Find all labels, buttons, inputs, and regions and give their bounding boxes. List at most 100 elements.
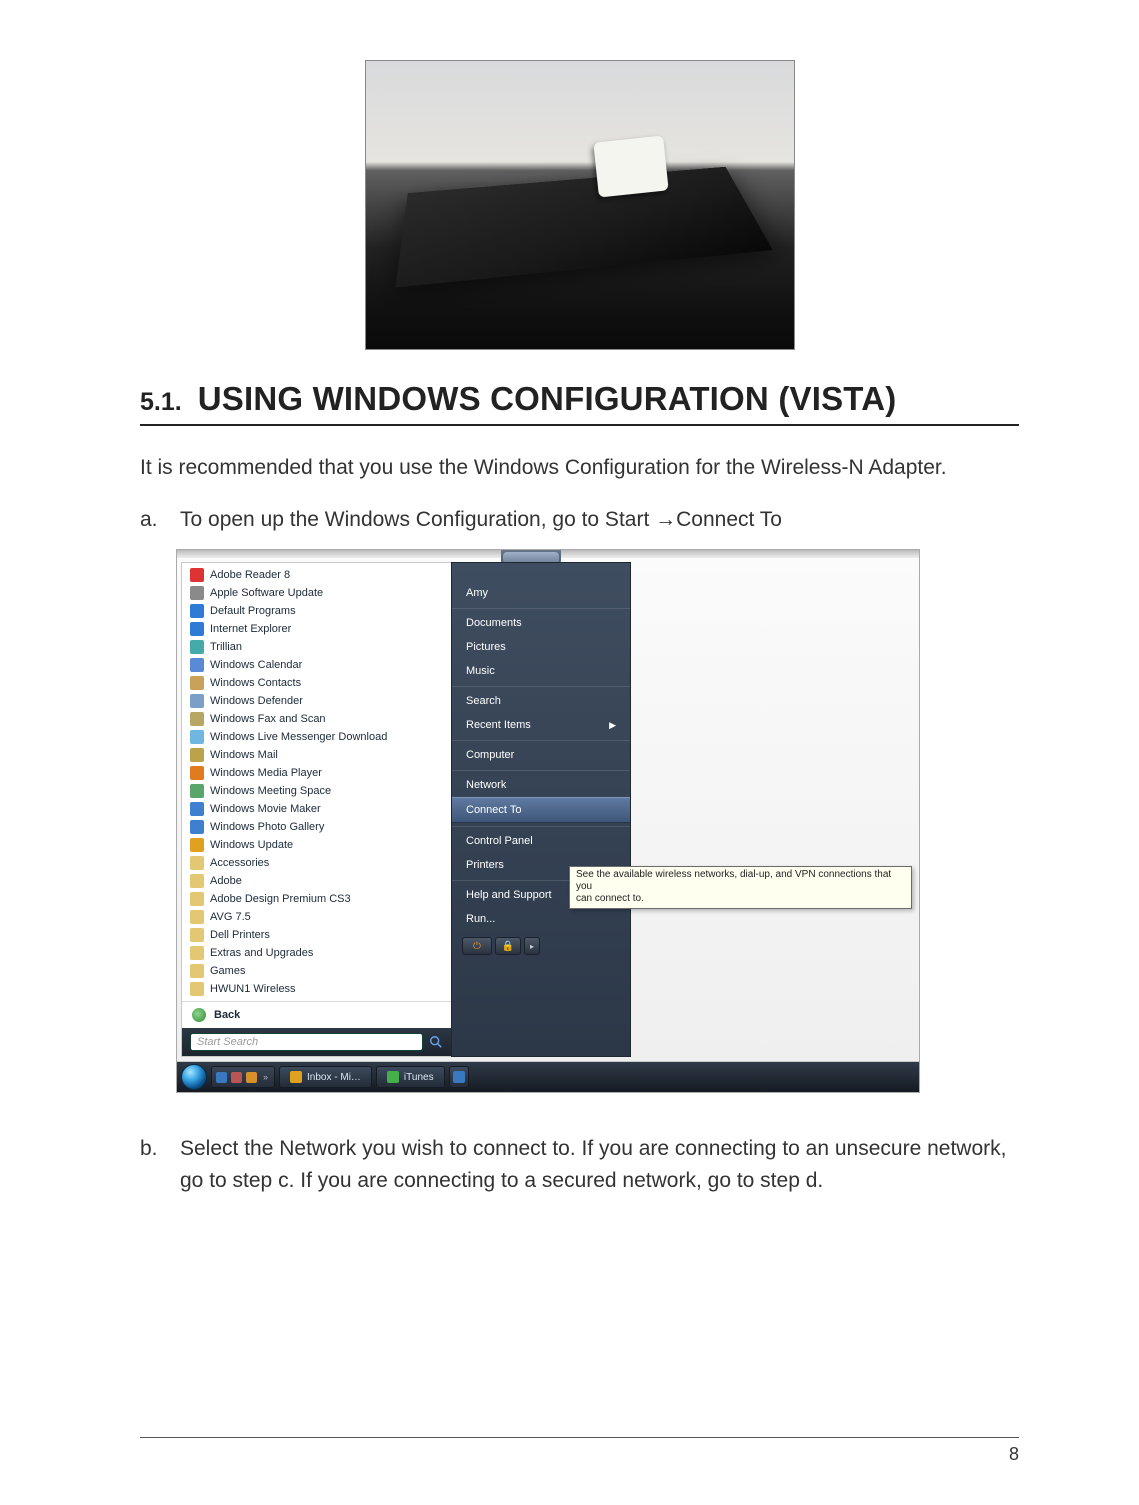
program-label: Windows Mail [210, 749, 278, 761]
program-item[interactable]: Accessories [182, 854, 451, 872]
right-item-label: Search [466, 695, 501, 707]
right-item-search[interactable]: Search [452, 686, 630, 713]
taskbar-item-inbox[interactable]: Inbox - Mi… [279, 1066, 372, 1088]
program-icon [190, 946, 204, 960]
program-item[interactable]: HWUN1 Wireless [182, 980, 451, 998]
program-item[interactable]: Windows Media Player [182, 764, 451, 782]
program-item[interactable]: Windows Meeting Space [182, 782, 451, 800]
power-menu-button[interactable]: ▸ [524, 937, 540, 955]
lock-button[interactable]: 🔒 [495, 937, 521, 955]
back-button[interactable]: Back [182, 1001, 451, 1028]
program-item[interactable]: Windows Photo Gallery [182, 818, 451, 836]
start-search-row: Start Search [182, 1028, 451, 1056]
program-item[interactable]: Windows Update [182, 836, 451, 854]
taskbar-item-itunes[interactable]: iTunes [376, 1066, 445, 1088]
program-item[interactable]: Apple Software Update [182, 584, 451, 602]
program-item[interactable]: Windows Defender [182, 692, 451, 710]
program-item[interactable]: Adobe Design Premium CS3 [182, 890, 451, 908]
program-item[interactable]: Dell Printers [182, 926, 451, 944]
program-label: Internet Explorer [210, 623, 291, 635]
program-icon [190, 964, 204, 978]
submenu-arrow-icon: ▶ [609, 720, 616, 731]
program-icon [190, 676, 204, 690]
right-item-run[interactable]: Run... [452, 907, 630, 931]
program-item[interactable]: Trillian [182, 638, 451, 656]
tooltip-line1: See the available wireless networks, dia… [576, 869, 905, 893]
search-icon [429, 1035, 443, 1049]
right-item-recent-items[interactable]: Recent Items ▶ [452, 713, 630, 737]
start-orb[interactable] [181, 1064, 207, 1090]
program-item[interactable]: Internet Explorer [182, 620, 451, 638]
program-icon [190, 910, 204, 924]
program-icon [190, 640, 204, 654]
quick-launch-icon[interactable] [231, 1072, 242, 1083]
right-item-documents[interactable]: Documents [452, 608, 630, 635]
program-icon [190, 892, 204, 906]
program-label: Trillian [210, 641, 242, 653]
program-item[interactable]: Extras and Upgrades [182, 944, 451, 962]
step-a-marker: a. [140, 504, 162, 536]
program-icon [190, 622, 204, 636]
program-label: Adobe Design Premium CS3 [210, 893, 351, 905]
power-buttons: ⏻ 🔒 ▸ [452, 931, 630, 961]
program-label: Windows Movie Maker [210, 803, 321, 815]
vista-start-menu-screenshot: Adobe Reader 8 Apple Software UpdateDefau… [176, 549, 920, 1093]
program-label: Windows Defender [210, 695, 303, 707]
quick-launch-icon[interactable] [216, 1072, 227, 1083]
right-item-amy[interactable]: Amy [452, 581, 630, 605]
program-label: Windows Update [210, 839, 293, 851]
program-icon [190, 658, 204, 672]
right-item-control-panel[interactable]: Control Panel [452, 826, 630, 853]
page-footer: 8 [140, 1437, 1019, 1465]
page-number: 8 [1009, 1444, 1019, 1464]
program-label: Adobe Reader 8 [210, 569, 290, 581]
program-label: Adobe [210, 875, 242, 887]
program-icon [190, 694, 204, 708]
itunes-icon [387, 1071, 399, 1083]
right-item-label: Help and Support [466, 889, 552, 901]
right-item-music[interactable]: Music [452, 659, 630, 683]
taskbar-item-empty[interactable] [449, 1066, 469, 1088]
step-a: a. To open up the Windows Configuration,… [140, 504, 1019, 536]
right-item-label: Pictures [466, 641, 506, 653]
right-item-label: Connect To [466, 804, 521, 816]
taskbar-item-label: Inbox - Mi… [307, 1072, 361, 1083]
back-arrow-icon [192, 1008, 206, 1022]
start-search-input[interactable]: Start Search [190, 1033, 423, 1051]
right-item-computer[interactable]: Computer [452, 740, 630, 767]
program-item[interactable]: Windows Calendar [182, 656, 451, 674]
program-item[interactable]: Windows Mail [182, 746, 451, 764]
program-icon [190, 766, 204, 780]
right-item-connect-to[interactable]: Connect To [452, 797, 630, 823]
quick-launch-chevron-icon[interactable]: » [261, 1072, 270, 1082]
right-item-label: Computer [466, 749, 514, 761]
power-off-button[interactable]: ⏻ [462, 937, 492, 955]
program-item[interactable]: Games [182, 962, 451, 980]
program-icon [190, 982, 204, 996]
program-label: Windows Meeting Space [210, 785, 331, 797]
program-item[interactable]: Windows Live Messenger Download [182, 728, 451, 746]
right-item-label: Recent Items [466, 719, 531, 731]
section-number: 5.1. [140, 388, 182, 417]
right-item-label: Run... [466, 913, 495, 925]
program-item[interactable]: Windows Fax and Scan [182, 710, 451, 728]
arrow-icon: → [655, 508, 676, 531]
step-a-suffix: Connect To [676, 508, 782, 531]
connect-to-tooltip: See the available wireless networks, dia… [569, 866, 912, 909]
program-item[interactable]: Windows Contacts [182, 674, 451, 692]
intro-paragraph: It is recommended that you use the Windo… [140, 452, 1019, 484]
program-icon [190, 838, 204, 852]
program-item[interactable]: Windows Movie Maker [182, 800, 451, 818]
program-item[interactable]: Default Programs [182, 602, 451, 620]
program-icon [190, 856, 204, 870]
program-label: Windows Calendar [210, 659, 302, 671]
outlook-icon [290, 1071, 302, 1083]
program-item[interactable]: Adobe [182, 872, 451, 890]
right-item-pictures[interactable]: Pictures [452, 635, 630, 659]
right-item-network[interactable]: Network [452, 770, 630, 797]
quick-launch-icon[interactable] [246, 1072, 257, 1083]
program-item[interactable]: AVG 7.5 [182, 908, 451, 926]
step-b-text: Select the Network you wish to connect t… [180, 1133, 1019, 1196]
program-icon [190, 820, 204, 834]
program-item[interactable]: Adobe Reader 8 [182, 566, 451, 584]
